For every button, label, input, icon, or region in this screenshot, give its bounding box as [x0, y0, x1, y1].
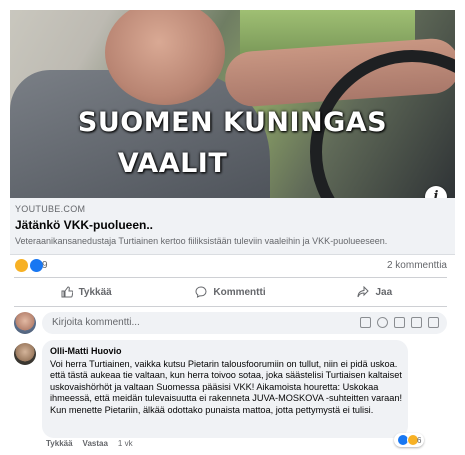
comment: Olli-Matti Huovio Voi herra Turtiainen, …: [14, 340, 447, 452]
video-caption-line2: VAALIT: [117, 148, 228, 179]
commenter-avatar[interactable]: [14, 343, 36, 365]
comment-input-placeholder: Kirjoita kommentti...: [52, 317, 140, 328]
comment-meta: Tykkää Vastaa 1 vk: [46, 439, 133, 448]
comment-reaction-count: 6: [417, 435, 422, 445]
avatar-sticker-icon[interactable]: [360, 317, 371, 328]
current-user-avatar[interactable]: [14, 312, 36, 334]
comment-text: Voi herra Turtiainen, vaikka kutsu Pieta…: [50, 359, 403, 415]
comments-count[interactable]: 2 kommenttia: [387, 260, 447, 271]
like-button-label: Tykkää: [78, 286, 112, 298]
divider: [14, 277, 447, 278]
share-icon: [357, 286, 370, 298]
comment-like-button[interactable]: Tykkää: [46, 439, 73, 448]
comment-input[interactable]: Kirjoita kommentti...: [42, 312, 447, 334]
link-source: YOUTUBE.COM: [15, 204, 86, 214]
comment-button[interactable]: Kommentti: [158, 281, 302, 303]
sticker-icon[interactable]: [428, 317, 439, 328]
post-actions: Tykkää Kommentti Jaa: [14, 281, 447, 303]
reaction-icons[interactable]: [14, 258, 44, 273]
emoji-icon[interactable]: [377, 317, 388, 328]
post-stats: 9 2 kommenttia: [14, 258, 447, 274]
divider: [14, 306, 447, 307]
share-button-label: Jaa: [375, 286, 393, 298]
facebook-post: SUOMEN KUNINGAS VAALIT i YOUTUBE.COM Jät…: [0, 0, 465, 455]
reaction-count[interactable]: 9: [42, 260, 48, 271]
video-caption-line1: SUOMEN KUNINGAS: [77, 107, 388, 138]
link-title[interactable]: Jätänkö VKK-puolueen..: [15, 218, 153, 232]
like-button[interactable]: Tykkää: [14, 281, 158, 303]
thumbs-up-icon: [61, 286, 73, 298]
link-preview[interactable]: YOUTUBE.COM Jätänkö VKK-puolueen.. Veter…: [10, 198, 455, 255]
gif-icon[interactable]: [411, 317, 422, 328]
comment-reply-button[interactable]: Vastaa: [83, 439, 108, 448]
comment-button-label: Kommentti: [213, 286, 266, 298]
comment-bubble: Olli-Matti Huovio Voi herra Turtiainen, …: [42, 340, 408, 438]
comment-timestamp[interactable]: 1 vk: [118, 439, 133, 448]
haha-icon: [14, 258, 29, 273]
composer-icons: [360, 317, 439, 328]
comment-reactions[interactable]: 6: [394, 433, 425, 447]
share-button[interactable]: Jaa: [303, 281, 447, 303]
comment-composer: Kirjoita kommentti...: [14, 312, 447, 336]
video-thumbnail[interactable]: SUOMEN KUNINGAS VAALIT: [10, 10, 455, 198]
comment-icon: [195, 286, 207, 298]
comment-author[interactable]: Olli-Matti Huovio: [50, 346, 122, 356]
link-description: Veteraanikansanedustaja Turtiainen kerto…: [15, 236, 388, 246]
camera-icon[interactable]: [394, 317, 405, 328]
